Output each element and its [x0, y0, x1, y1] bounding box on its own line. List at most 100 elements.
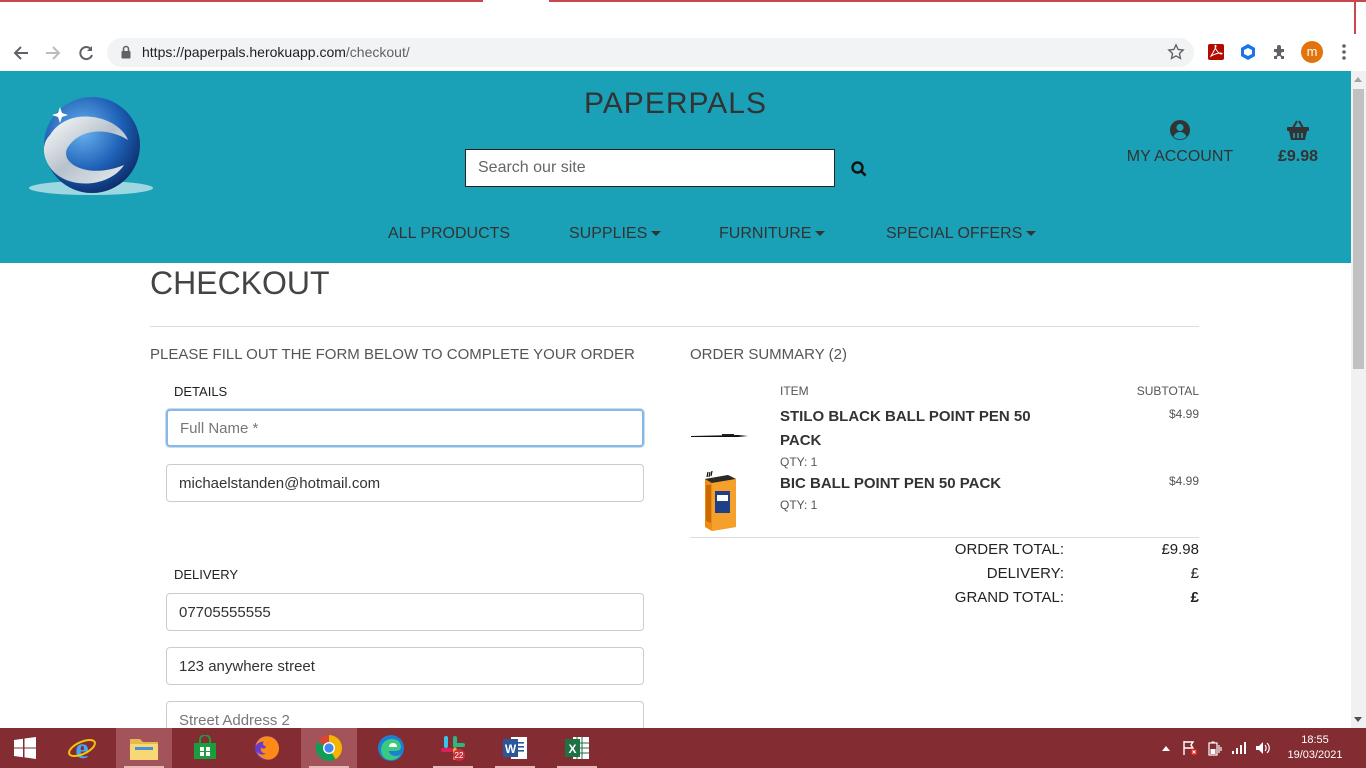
chevron-up-icon [1162, 746, 1170, 751]
taskbar-slack[interactable]: 22 [425, 728, 481, 768]
bookmark-star-icon[interactable] [1167, 43, 1185, 61]
window-edge [1354, 2, 1356, 36]
nav-all-products-label: ALL PRODUCTS [388, 225, 511, 242]
phone-field [166, 593, 644, 631]
order-item-qty: QTY: 1 [780, 455, 818, 469]
clock-time: 18:55 [1301, 734, 1329, 746]
brand-title[interactable]: PAPERPALS [0, 87, 1351, 121]
bic-pen-box-image [705, 470, 736, 531]
delivery-cost-label: DELIVERY: [986, 565, 1064, 582]
tray-battery[interactable] [1205, 728, 1225, 768]
basket-link[interactable]: £9.98 [1270, 119, 1326, 166]
scroll-down-arrow-icon[interactable] [1354, 717, 1362, 722]
scroll-up-arrow-icon[interactable] [1354, 77, 1362, 82]
browser-menu-button[interactable] [1334, 41, 1354, 63]
product-thumbnail-pen[interactable] [690, 406, 750, 466]
order-item-name: BIC BALL POINT PEN 50 PACK [780, 475, 1002, 492]
nav-special-offers-label: SPECIAL OFFERS [886, 225, 1023, 242]
taskbar-internet-explorer[interactable]: e [54, 728, 110, 768]
divider [150, 326, 1199, 327]
full-name-input[interactable] [168, 411, 642, 445]
reload-icon [79, 46, 93, 61]
subtotal-column-header: SUBTOTAL [1136, 384, 1199, 398]
order-summary-title: ORDER SUMMARY (2) [690, 346, 847, 363]
my-account-link[interactable]: MY ACCOUNT [1120, 119, 1240, 166]
reload-button[interactable] [73, 40, 99, 66]
email-input[interactable] [167, 465, 643, 501]
back-button[interactable] [8, 40, 34, 66]
street-address-1-input[interactable] [167, 648, 643, 684]
details-legend: DETAILS [174, 384, 228, 399]
windows-taskbar: e 22 W X 18:55 19/03/2021 [0, 728, 1366, 768]
taskbar-excel[interactable]: X [549, 728, 605, 768]
taskbar-word[interactable]: W [487, 728, 543, 768]
cube-extension-icon[interactable] [1237, 41, 1259, 63]
folder-icon [130, 739, 158, 760]
nav-furniture[interactable]: FURNITURE [719, 225, 826, 243]
delivery-legend: DELIVERY [174, 567, 239, 582]
black-pen-image [691, 434, 748, 437]
svg-text:e: e [75, 733, 88, 763]
search-button[interactable] [847, 157, 871, 181]
caret-down-icon [1026, 231, 1037, 236]
tray-flag[interactable] [1180, 728, 1200, 768]
phone-input[interactable] [167, 594, 643, 630]
search-input[interactable] [466, 150, 834, 186]
battery-power-icon [1208, 741, 1222, 756]
nav-special-offers[interactable]: SPECIAL OFFERS [886, 225, 1037, 243]
order-item-name: STILO BLACK BALL POINT PEN 50 PACK [780, 408, 1031, 449]
street-address-1-field [166, 647, 644, 685]
my-account-label: MY ACCOUNT [1126, 148, 1234, 165]
speaker-volume-icon [1256, 742, 1270, 754]
more-vert-icon [1342, 44, 1346, 60]
scrollbar-thumb[interactable] [1353, 89, 1364, 369]
taskbar-firefox[interactable] [239, 728, 295, 768]
search-icon [851, 161, 867, 177]
edge-icon [378, 735, 404, 761]
taskbar-microsoft-store[interactable] [177, 728, 233, 768]
arrow-right-icon [46, 46, 61, 60]
svg-text:X: X [568, 742, 576, 756]
taskbar-file-explorer[interactable] [116, 728, 172, 768]
grand-total-label: GRAND TOTAL: [954, 589, 1064, 606]
caret-down-icon [651, 231, 662, 236]
active-tab-edge[interactable] [483, 0, 549, 4]
profile-avatar[interactable]: m [1301, 41, 1323, 63]
nav-supplies[interactable]: SUPPLIES [569, 225, 662, 243]
slack-badge-count: 22 [455, 751, 464, 760]
email-field [166, 464, 644, 502]
clock-date: 19/03/2021 [1287, 749, 1343, 761]
order-item-price: $4.99 [1168, 407, 1199, 421]
address-bar[interactable]: https://paperpals.herokuapp.com/checkout… [107, 38, 1194, 67]
nav-supplies-label: SUPPLIES [569, 225, 648, 242]
puzzle-extensions-icon[interactable] [1269, 41, 1291, 63]
taskbar-edge[interactable] [363, 728, 419, 768]
pdf-extension-icon[interactable] [1205, 41, 1227, 63]
tray-volume[interactable] [1253, 728, 1273, 768]
url-host: https://paperpals.herokuapp.com [142, 44, 346, 60]
order-total-value: £9.98 [1161, 541, 1199, 558]
tray-network[interactable] [1229, 728, 1249, 768]
nav-all-products[interactable]: ALL PRODUCTS [388, 225, 510, 243]
product-thumbnail-bic[interactable] [690, 470, 750, 531]
url-text: https://paperpals.herokuapp.com/checkout… [142, 44, 410, 60]
page-scrollbar[interactable] [1351, 71, 1366, 728]
taskbar-chrome[interactable] [301, 728, 357, 768]
delivery-cost-value: £ [1190, 565, 1199, 582]
windows-logo-icon [14, 737, 36, 759]
site-search-box [465, 149, 835, 187]
caret-down-icon [815, 231, 826, 236]
start-button[interactable] [0, 728, 50, 768]
summary-divider [690, 537, 1199, 538]
nav-furniture-label: FURNITURE [719, 225, 812, 242]
item-column-header: ITEM [780, 384, 809, 398]
taskbar-clock[interactable]: 18:55 19/03/2021 [1282, 733, 1348, 763]
site-header: PAPERPALS MY ACCOUNT £9.98 ALL PRODUCTS … [0, 71, 1351, 263]
slack-icon: 22 [441, 736, 465, 761]
word-icon: W [503, 737, 527, 759]
grand-total-value: £ [1190, 589, 1199, 606]
shopping-basket-icon [1287, 120, 1309, 140]
forward-button[interactable] [40, 40, 66, 66]
network-signal-icon [1232, 742, 1246, 754]
show-hidden-icons[interactable] [1158, 728, 1174, 768]
